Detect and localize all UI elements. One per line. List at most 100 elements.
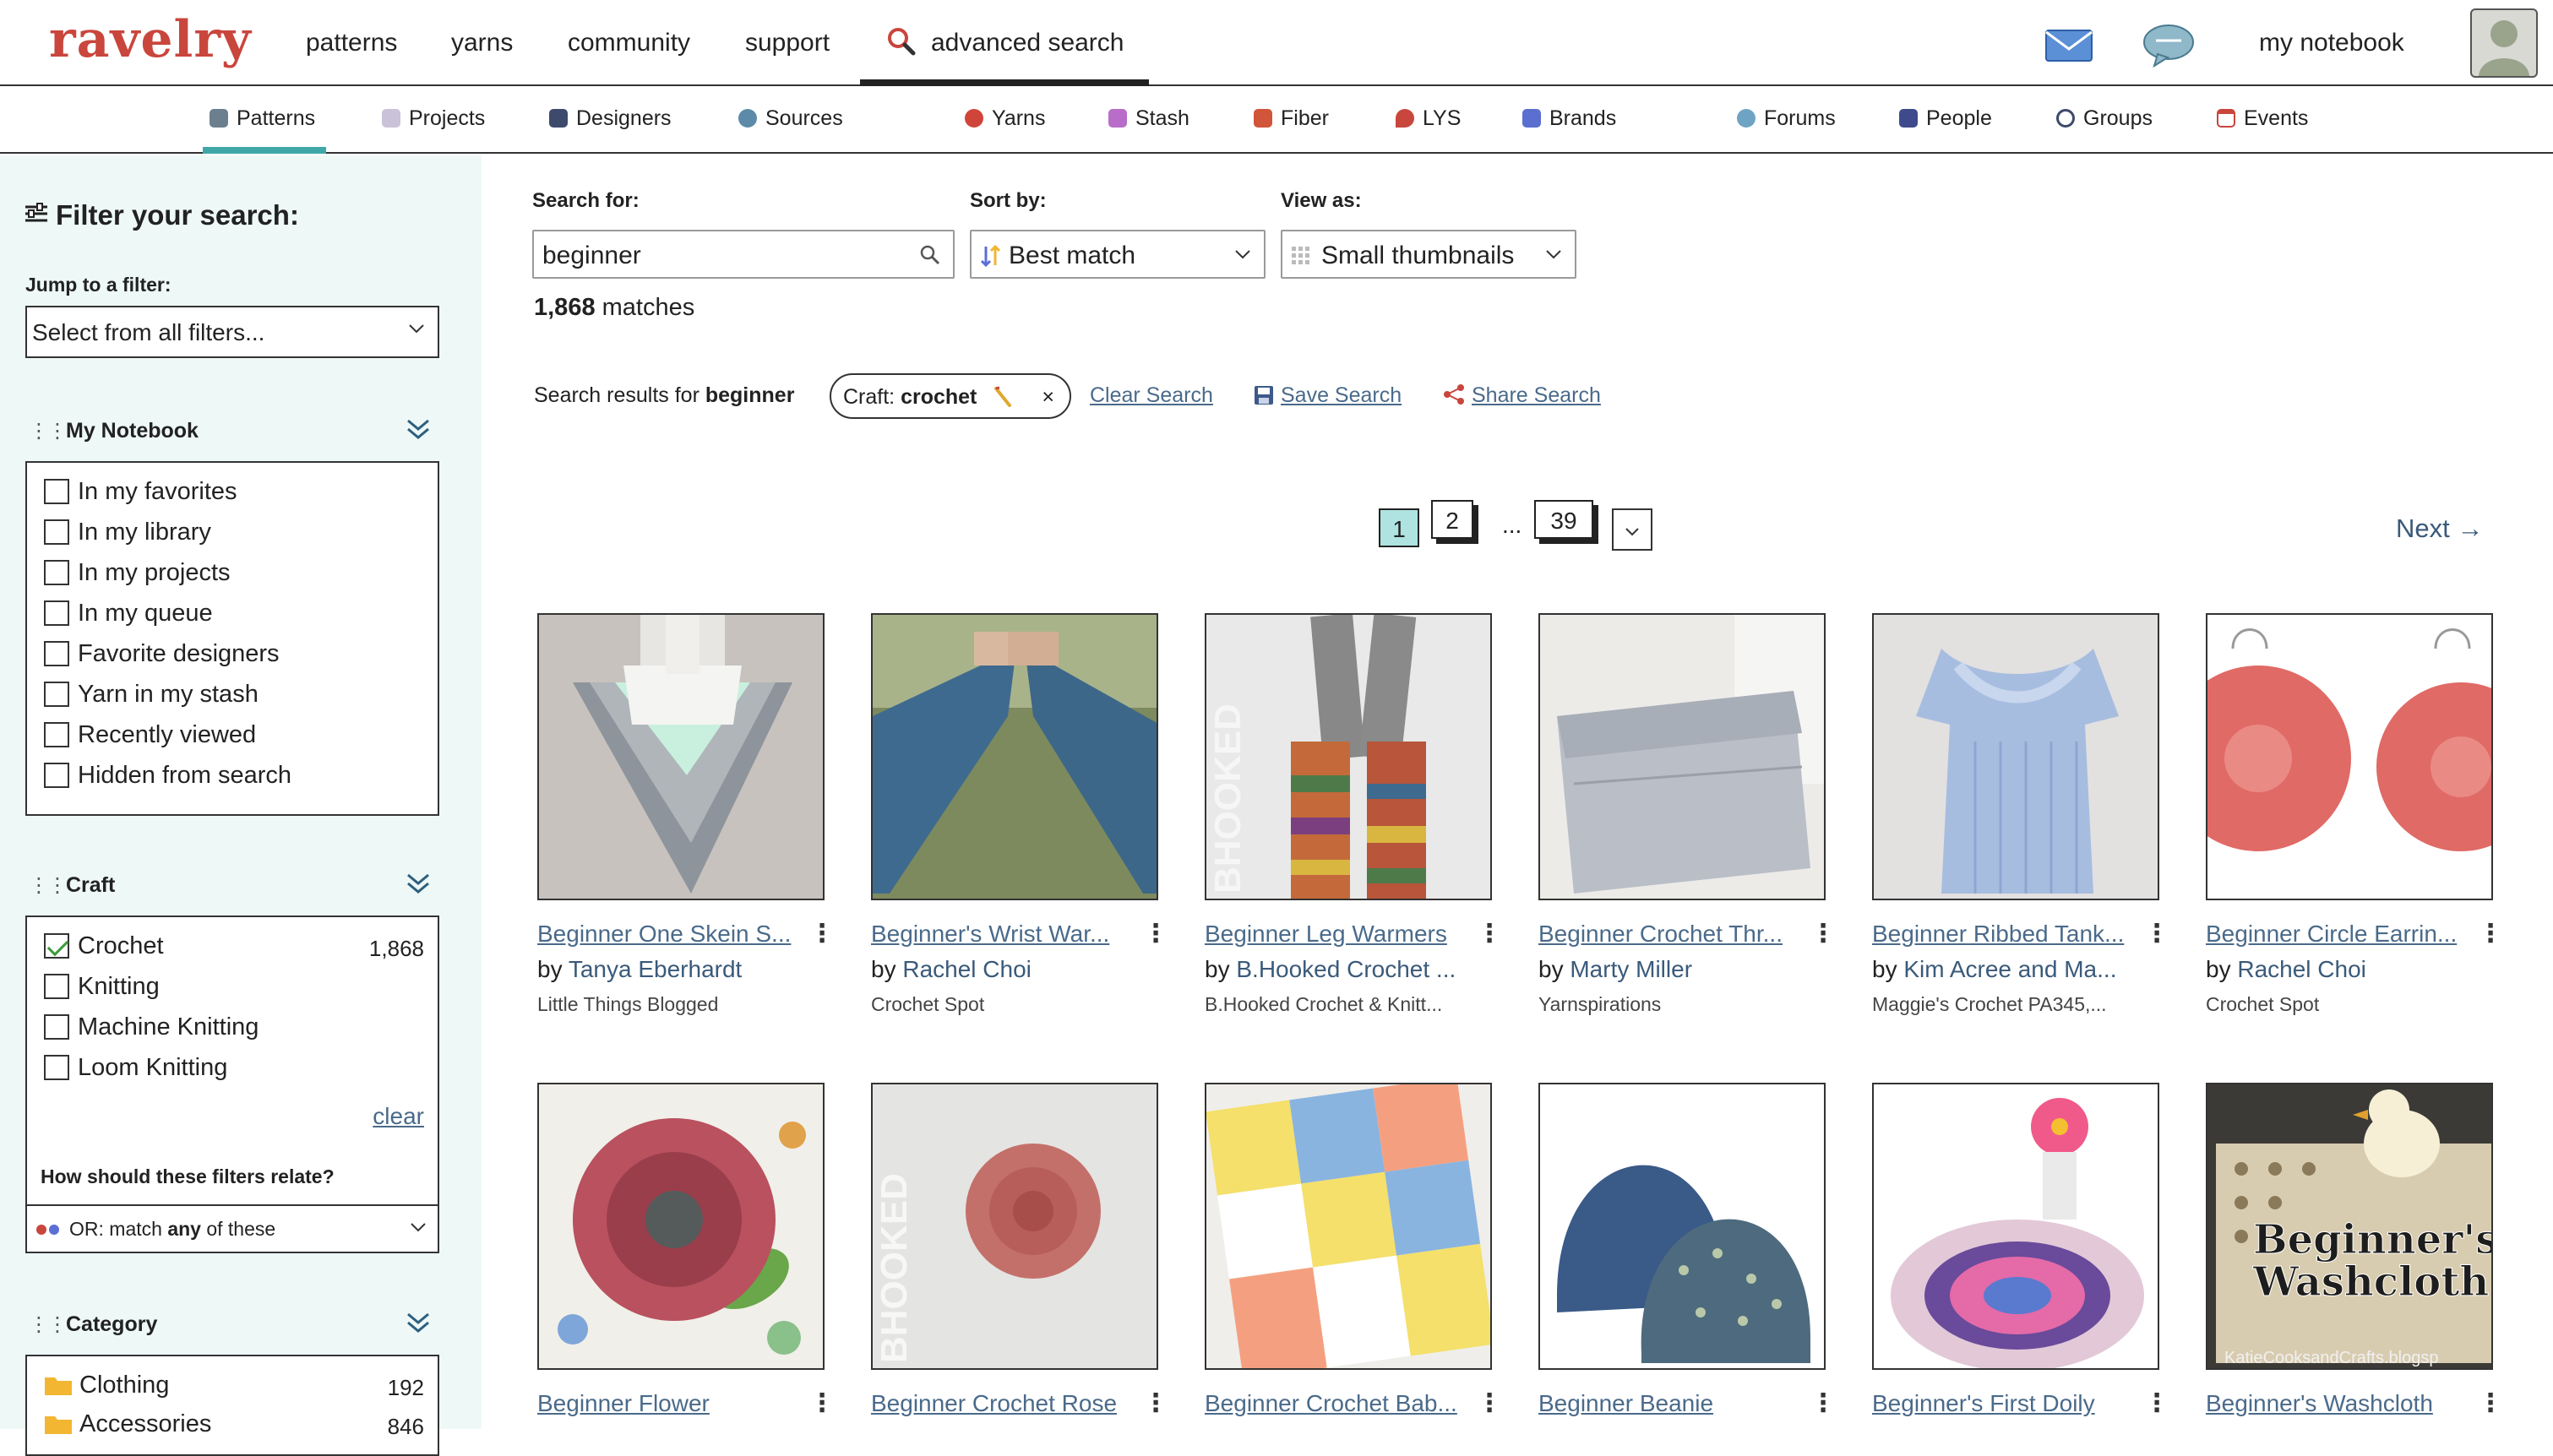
- more-options-icon[interactable]: ⋮: [1143, 1388, 1168, 1418]
- checkbox[interactable]: [44, 763, 69, 788]
- chat-icon[interactable]: [2142, 24, 2195, 68]
- pattern-title-link[interactable]: Beginner Beanie: [1538, 1390, 1804, 1417]
- filter-craft-crochet[interactable]: Crochet: [44, 932, 164, 963]
- mail-icon[interactable]: [2044, 29, 2093, 62]
- view-select[interactable]: Small thumbnails: [1281, 230, 1576, 279]
- collapse-chevrons-icon[interactable]: [406, 870, 431, 897]
- nav-support[interactable]: support: [745, 29, 830, 57]
- pattern-title-link[interactable]: Beginner's Washcloth: [2206, 1390, 2471, 1417]
- drag-handle-icon[interactable]: ⋮⋮: [29, 1312, 68, 1337]
- search-input[interactable]: beginner: [532, 230, 955, 279]
- jump-filter-select[interactable]: Select from all filters...: [25, 306, 439, 358]
- tab-groups[interactable]: Groups: [2056, 106, 2153, 131]
- designer-link[interactable]: B.Hooked Crochet ...: [1236, 956, 1456, 982]
- tab-fiber[interactable]: Fiber: [1254, 106, 1329, 131]
- category-clothing[interactable]: Clothing: [44, 1372, 169, 1402]
- relate-select[interactable]: OR: match any of these: [27, 1204, 438, 1250]
- pattern-thumbnail[interactable]: [537, 1083, 825, 1370]
- remove-filter-icon[interactable]: ×: [1042, 385, 1054, 410]
- pattern-thumbnail[interactable]: [1538, 613, 1826, 900]
- active-filter-chip-craft[interactable]: Craft: crochet ×: [830, 373, 1071, 419]
- designer-link[interactable]: Rachel Choi: [2237, 956, 2366, 982]
- pattern-title-link[interactable]: Beginner Flower: [537, 1390, 803, 1417]
- page-2-button[interactable]: 2: [1431, 500, 1473, 539]
- pattern-source[interactable]: Yarnspirations: [1538, 993, 1826, 1016]
- page-39-button[interactable]: 39: [1534, 500, 1593, 539]
- checkbox[interactable]: [44, 479, 69, 504]
- more-options-icon[interactable]: ⋮: [2144, 1388, 2169, 1418]
- filter-yarn-in-stash[interactable]: Yarn in my stash: [44, 681, 259, 711]
- tab-sources[interactable]: Sources: [738, 106, 843, 131]
- pattern-thumbnail[interactable]: BHOOKED: [871, 1083, 1158, 1370]
- page-select-dropdown[interactable]: [1612, 508, 1652, 551]
- filter-recently-viewed[interactable]: Recently viewed: [44, 721, 256, 752]
- drag-handle-icon[interactable]: ⋮⋮: [29, 419, 68, 443]
- pattern-thumbnail[interactable]: [537, 613, 825, 900]
- more-options-icon[interactable]: ⋮: [2144, 919, 2169, 948]
- designer-link[interactable]: Rachel Choi: [902, 956, 1032, 982]
- filter-in-my-library[interactable]: In my library: [44, 519, 211, 549]
- collapse-chevrons-icon[interactable]: [406, 416, 431, 443]
- pattern-source[interactable]: Little Things Blogged: [537, 993, 825, 1016]
- save-search-link[interactable]: Save Search: [1254, 383, 1402, 408]
- filter-craft-knitting[interactable]: Knitting: [44, 973, 160, 1003]
- designer-link[interactable]: Marty Miller: [1570, 956, 1692, 982]
- tab-yarns[interactable]: Yarns: [965, 106, 1045, 131]
- pattern-thumbnail[interactable]: [1872, 613, 2159, 900]
- pattern-source[interactable]: Crochet Spot: [2206, 993, 2493, 1016]
- category-section-header[interactable]: ⋮⋮ Category: [25, 1307, 439, 1341]
- pattern-thumbnail[interactable]: BHOOKED: [1205, 613, 1492, 900]
- tab-stash[interactable]: Stash: [1108, 106, 1189, 131]
- checkbox[interactable]: [44, 974, 69, 999]
- nav-yarns[interactable]: yarns: [451, 29, 513, 57]
- pattern-thumbnail[interactable]: [1205, 1083, 1492, 1370]
- drag-handle-icon[interactable]: ⋮⋮: [29, 873, 68, 898]
- tab-forums[interactable]: Forums: [1737, 106, 1836, 131]
- designer-link[interactable]: Kim Acree and Ma...: [1903, 956, 2116, 982]
- more-options-icon[interactable]: ⋮: [1810, 1388, 1836, 1418]
- designer-link[interactable]: Tanya Eberhardt: [569, 956, 742, 982]
- pattern-title-link[interactable]: Beginner's Wrist War...: [871, 921, 1136, 948]
- ravelry-logo[interactable]: ravelry: [49, 10, 252, 69]
- checkbox-checked[interactable]: [44, 933, 69, 959]
- checkbox[interactable]: [44, 641, 69, 666]
- checkbox[interactable]: [44, 722, 69, 747]
- more-options-icon[interactable]: ⋮: [1143, 919, 1168, 948]
- craft-section-header[interactable]: ⋮⋮ Craft: [25, 868, 439, 902]
- search-icon[interactable]: [919, 244, 941, 266]
- pattern-thumbnail[interactable]: [871, 613, 1158, 900]
- more-options-icon[interactable]: ⋮: [809, 1388, 835, 1418]
- my-notebook-section-header[interactable]: ⋮⋮ My Notebook: [25, 414, 439, 448]
- pattern-title-link[interactable]: Beginner Crochet Thr...: [1538, 921, 1804, 948]
- sort-select[interactable]: Best match: [970, 230, 1266, 279]
- tab-people[interactable]: People: [1899, 106, 1992, 131]
- next-page-link[interactable]: Next →: [2396, 513, 2483, 544]
- checkbox[interactable]: [44, 600, 69, 626]
- more-options-icon[interactable]: ⋮: [1477, 1388, 1502, 1418]
- pattern-title-link[interactable]: Beginner Crochet Rose: [871, 1390, 1136, 1417]
- tab-designers[interactable]: Designers: [549, 106, 672, 131]
- filter-craft-machine-knitting[interactable]: Machine Knitting: [44, 1013, 259, 1044]
- user-avatar[interactable]: [2470, 8, 2538, 78]
- tab-brands[interactable]: Brands: [1522, 106, 1616, 131]
- checkbox[interactable]: [44, 1055, 69, 1080]
- pattern-source[interactable]: Crochet Spot: [871, 993, 1158, 1016]
- pattern-thumbnail[interactable]: [2206, 613, 2493, 900]
- filter-favorite-designers[interactable]: Favorite designers: [44, 640, 280, 671]
- tab-events[interactable]: Events: [2217, 106, 2308, 131]
- more-options-icon[interactable]: ⋮: [1477, 919, 1502, 948]
- nav-advanced-search[interactable]: advanced search: [860, 0, 1149, 86]
- filter-in-my-favorites[interactable]: In my favorites: [44, 478, 237, 508]
- pattern-source[interactable]: Maggie's Crochet PA345,...: [1872, 993, 2159, 1016]
- filter-in-my-projects[interactable]: In my projects: [44, 559, 231, 589]
- checkbox[interactable]: [44, 682, 69, 707]
- pattern-thumbnail[interactable]: Beginner's Washcloth KatieCooksandCrafts.b…: [2206, 1083, 2493, 1370]
- pattern-title-link[interactable]: Beginner Leg Warmers: [1205, 921, 1470, 948]
- my-notebook-link[interactable]: my notebook: [2259, 29, 2404, 57]
- collapse-chevrons-icon[interactable]: [406, 1309, 431, 1336]
- pattern-title-link[interactable]: Beginner Circle Earrin...: [2206, 921, 2471, 948]
- filter-craft-loom-knitting[interactable]: Loom Knitting: [44, 1054, 227, 1084]
- more-options-icon[interactable]: ⋮: [809, 919, 835, 948]
- share-search-link[interactable]: Share Search: [1443, 383, 1601, 408]
- filter-in-my-queue[interactable]: In my queue: [44, 600, 213, 630]
